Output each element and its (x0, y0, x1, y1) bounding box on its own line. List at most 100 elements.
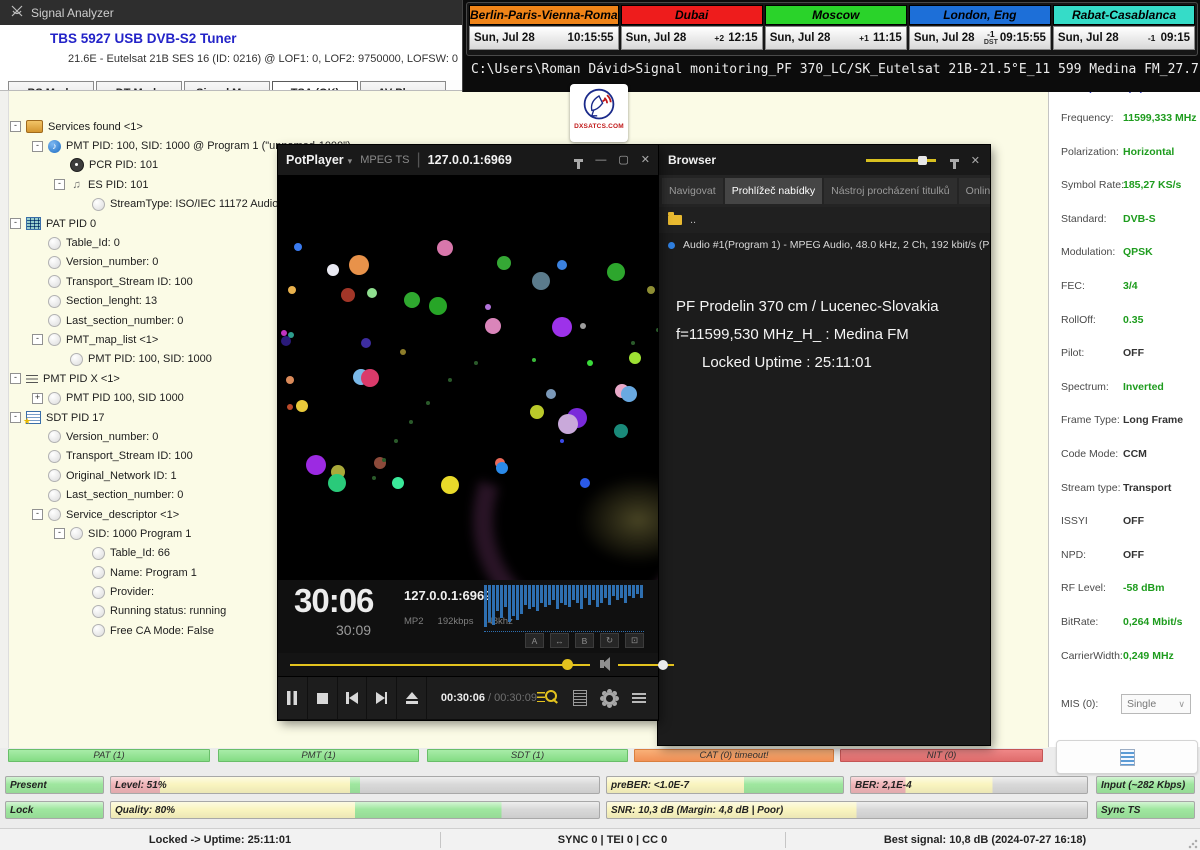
hamburger-menu-icon[interactable] (632, 693, 646, 703)
parameter-value: OFF (1123, 549, 1144, 561)
tree-scrollbar[interactable] (0, 91, 9, 748)
spectrum-bar (592, 585, 595, 600)
signal-parameters-panel: Transponder (...) Frequency:11599,333 MH… (1048, 56, 1200, 747)
parameter-label: Symbol Rate: (1061, 179, 1124, 191)
volume-thumb[interactable] (658, 660, 668, 670)
audio-track-row[interactable]: Audio #1(Program 1) - MPEG Audio, 48.0 k… (658, 233, 990, 257)
collapse-box-icon[interactable]: - (10, 218, 21, 229)
visualization-dot (294, 243, 302, 251)
browser-title: Browser (668, 153, 716, 167)
tree-label: SID: 1000 Program 1 (88, 528, 191, 540)
meter-input-282-kbps-: Input (~282 Kbps) (1096, 776, 1195, 794)
audio-bullet-icon (668, 242, 675, 249)
browser-tab[interactable]: Prohlížeč nabídky (725, 178, 822, 204)
collapse-box-icon[interactable]: - (54, 528, 65, 539)
tree-label: Version_number: 0 (66, 256, 158, 268)
seek-bar[interactable] (290, 664, 590, 666)
stop-button[interactable] (308, 677, 338, 719)
collapse-box-icon[interactable]: - (10, 121, 21, 132)
table-indicator-sdt: SDT (1) (427, 749, 628, 762)
parameter-value: Inverted (1123, 381, 1164, 393)
browser-tab[interactable]: Nástroj procházení titulků (824, 178, 956, 204)
close-button[interactable]: ✕ (641, 155, 650, 166)
pin-icon[interactable] (950, 159, 959, 162)
dot-icon (48, 450, 61, 463)
visualization-dot (560, 439, 564, 443)
collapse-box-icon[interactable]: - (10, 373, 21, 384)
pause-button[interactable] (278, 677, 308, 719)
spectrum-bar (544, 585, 547, 607)
browser-slider[interactable] (866, 159, 936, 162)
services-icon (26, 120, 43, 133)
meter-quality: Quality: 80% (110, 801, 600, 819)
clock-city: Moscow (765, 5, 907, 25)
collapse-box-icon[interactable]: - (54, 179, 65, 190)
tree-row[interactable]: - Services found <1> (10, 117, 351, 136)
browser-titlebar[interactable]: Browser ✕ (658, 145, 990, 175)
mis-select[interactable]: Single ∨ (1121, 694, 1191, 714)
gear-icon[interactable] (603, 692, 616, 705)
collapse-box-icon[interactable]: - (32, 141, 43, 152)
volume-slider[interactable] (618, 664, 674, 666)
parameter-value: 11599,333 MHz (1123, 112, 1197, 124)
ab-button[interactable]: B (575, 633, 594, 648)
parameter-row: Frame Type:Long Frame (1049, 414, 1200, 430)
meter-lock: Lock (5, 801, 104, 819)
spectrum-bar (564, 585, 567, 605)
volume-icon[interactable] (600, 660, 604, 668)
browser-tab[interactable]: Navigovat (662, 178, 723, 204)
spectrum-bar (580, 585, 583, 609)
minimize-button[interactable]: — (595, 155, 606, 166)
close-button[interactable]: ✕ (971, 154, 980, 167)
browser-tab[interactable]: Online S (959, 178, 990, 204)
visualization-dot (496, 462, 508, 474)
dot-icon (92, 198, 105, 211)
resize-grip[interactable] (1188, 839, 1198, 849)
spectrum-bar (584, 585, 587, 598)
ab-button[interactable]: ↔ (550, 633, 569, 648)
clock-time: 09:15:55 (1000, 32, 1046, 44)
clock-time-row: Sun, Jul 28-109:15 (1053, 26, 1195, 50)
next-button[interactable] (367, 677, 397, 719)
potplayer-titlebar[interactable]: PotPlayer ▾ MPEG TS | 127.0.0.1:6969 — ▢… (278, 145, 658, 175)
previous-button[interactable] (338, 677, 368, 719)
meter-level: Level: 51% (110, 776, 600, 794)
spectrum-bar (496, 585, 499, 611)
stream-url-info: 127.0.0.1:6969 (404, 588, 491, 603)
audio-track-label: Audio #1(Program 1) - MPEG Audio, 48.0 k… (683, 239, 990, 251)
clock-offset-value: +1 (855, 34, 873, 43)
visualization-dot (614, 424, 628, 438)
maximize-button[interactable]: ▢ (618, 155, 628, 166)
potplayer-menu[interactable]: PotPlayer (286, 153, 344, 167)
collapse-box-icon[interactable]: - (32, 509, 43, 520)
tree-label: Services found <1> (48, 121, 143, 133)
collapse-box-icon[interactable]: - (10, 412, 21, 423)
video-area[interactable] (278, 175, 658, 580)
dot-icon (48, 237, 61, 250)
overlay-line-3: Locked Uptime : 25:11:01 (702, 349, 976, 377)
search-icon[interactable] (537, 690, 557, 706)
status-lock-uptime: Locked -> Uptime: 25:11:01 (0, 829, 440, 850)
parameter-value: Long Frame (1123, 414, 1183, 426)
log-panel-button[interactable] (1056, 740, 1198, 774)
collapse-box-icon[interactable]: - (32, 334, 43, 345)
playlist-icon[interactable] (573, 690, 587, 706)
ab-button[interactable]: ⊡ (625, 633, 644, 648)
stream-url: 127.0.0.1:6969 (428, 153, 512, 167)
mis-value: Single (1127, 698, 1156, 710)
seek-thumb[interactable] (562, 659, 573, 670)
eject-button[interactable] (397, 677, 427, 719)
expand-box-icon[interactable]: + (32, 393, 43, 404)
visualization-dot (306, 455, 326, 475)
parameter-value: QPSK (1123, 246, 1153, 258)
window-title: Signal Analyzer (31, 6, 114, 20)
visualization-dot (361, 369, 379, 387)
player-right-controls (537, 690, 658, 706)
pin-icon[interactable] (574, 159, 583, 162)
ab-button[interactable]: ↻ (600, 633, 619, 648)
folder-row[interactable]: .. (658, 207, 990, 233)
ab-button[interactable]: A (525, 633, 544, 648)
browser-slider-knob[interactable] (918, 156, 927, 165)
app-dish-icon (10, 4, 24, 21)
clock-time-row: Sun, Jul 28+111:15 (765, 26, 907, 50)
